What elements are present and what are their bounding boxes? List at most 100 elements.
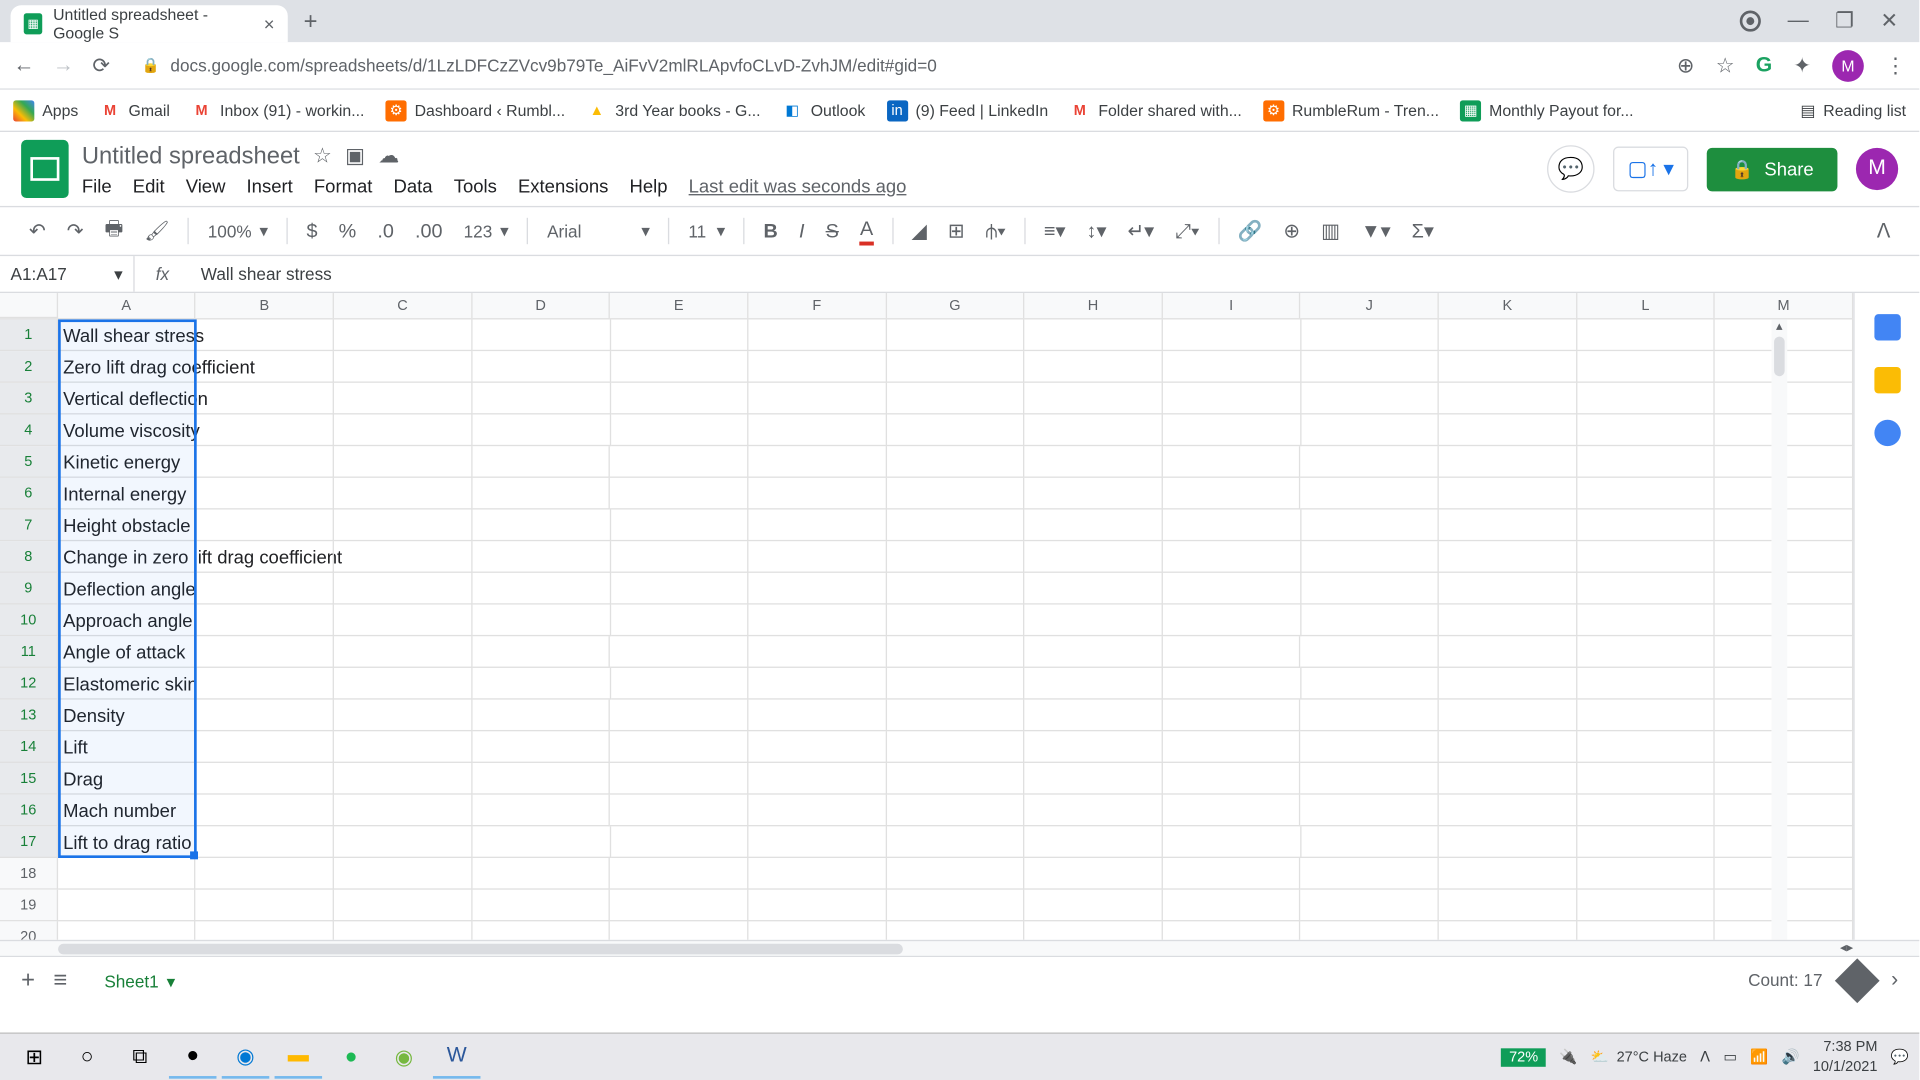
cell[interactable] — [196, 383, 334, 415]
cell[interactable] — [334, 605, 472, 637]
cell[interactable] — [1439, 383, 1577, 415]
undo-button[interactable]: ↶ — [21, 214, 53, 248]
cell[interactable]: Lift to drag ratio — [58, 826, 197, 858]
cell[interactable] — [196, 890, 334, 922]
cell[interactable] — [1163, 921, 1301, 939]
cell[interactable] — [196, 858, 334, 890]
bookmark-dashboard[interactable]: ⚙Dashboard ‹ Rumbl... — [386, 100, 566, 121]
cell[interactable] — [196, 446, 334, 478]
cell[interactable] — [196, 510, 334, 542]
percent-button[interactable]: % — [331, 215, 364, 248]
cell[interactable] — [334, 795, 472, 827]
bookmark-gmail[interactable]: MGmail — [99, 100, 169, 121]
cell[interactable] — [196, 668, 334, 700]
cell[interactable] — [1301, 921, 1439, 939]
cell[interactable] — [196, 478, 334, 510]
row-header[interactable]: 1 — [0, 319, 58, 351]
cell[interactable] — [1439, 921, 1577, 939]
cell[interactable] — [1577, 446, 1715, 478]
row-header[interactable]: 5 — [0, 446, 58, 478]
calendar-icon[interactable] — [1874, 314, 1900, 340]
col-header-m[interactable]: M — [1715, 293, 1853, 318]
sheets-logo-icon[interactable] — [21, 140, 69, 198]
menu-tools[interactable]: Tools — [454, 175, 497, 196]
cell[interactable] — [472, 858, 610, 890]
h-align-button[interactable]: ≡▾ — [1036, 214, 1073, 248]
row-header[interactable]: 8 — [0, 541, 58, 573]
cell[interactable] — [610, 446, 748, 478]
cell[interactable] — [1577, 573, 1715, 605]
cell[interactable] — [748, 795, 886, 827]
cell[interactable] — [1577, 351, 1715, 383]
row-header[interactable]: 17 — [0, 826, 58, 858]
row-header[interactable]: 4 — [0, 414, 58, 446]
cell[interactable] — [749, 573, 887, 605]
cell[interactable] — [473, 351, 611, 383]
move-icon[interactable]: ▣ — [345, 143, 365, 169]
cell[interactable] — [334, 826, 472, 858]
cell[interactable] — [1439, 763, 1577, 795]
profile-indicator-icon[interactable] — [1740, 11, 1761, 32]
zoom-select[interactable]: 100%▾ — [200, 218, 276, 244]
cell[interactable] — [748, 700, 886, 732]
cell[interactable] — [610, 478, 748, 510]
cell[interactable] — [1163, 858, 1301, 890]
increase-decimal-button[interactable]: .00 — [407, 215, 450, 248]
cell[interactable] — [334, 319, 472, 351]
cell[interactable] — [1577, 414, 1715, 446]
row-header[interactable]: 9 — [0, 573, 58, 605]
cell[interactable] — [196, 414, 334, 446]
cell[interactable] — [196, 605, 334, 637]
cell[interactable] — [886, 446, 1024, 478]
cell[interactable] — [1025, 731, 1163, 763]
cell[interactable] — [196, 731, 334, 763]
reload-button[interactable]: ⟳ — [92, 52, 110, 78]
wrap-button[interactable]: ↵▾ — [1120, 214, 1162, 248]
cell[interactable] — [1439, 890, 1577, 922]
cell[interactable] — [1163, 351, 1301, 383]
row-header[interactable]: 6 — [0, 478, 58, 510]
vertical-scrollbar[interactable]: ▴ — [1771, 319, 1787, 939]
star-icon[interactable]: ☆ — [1716, 52, 1735, 78]
task-view-icon[interactable]: ⧉ — [116, 1036, 164, 1078]
cell[interactable] — [472, 731, 610, 763]
cell[interactable] — [472, 763, 610, 795]
cell[interactable] — [1025, 541, 1163, 573]
cell[interactable] — [1439, 700, 1577, 732]
cell[interactable] — [887, 826, 1025, 858]
fill-color-button[interactable]: ◢ — [904, 214, 935, 248]
cell[interactable] — [1577, 605, 1715, 637]
cell[interactable] — [611, 573, 749, 605]
cell[interactable] — [1577, 890, 1715, 922]
cell[interactable] — [1301, 414, 1439, 446]
cell[interactable] — [748, 763, 886, 795]
row-header[interactable]: 10 — [0, 605, 58, 637]
cell[interactable] — [472, 636, 610, 668]
cell[interactable] — [610, 795, 748, 827]
minimize-icon[interactable]: — — [1788, 9, 1809, 33]
document-title[interactable]: Untitled spreadsheet — [82, 142, 300, 170]
cell[interactable] — [886, 731, 1024, 763]
cell[interactable] — [1025, 890, 1163, 922]
col-header-a[interactable]: A — [58, 293, 196, 318]
profile-avatar[interactable]: M — [1832, 50, 1864, 82]
cell[interactable] — [334, 383, 472, 415]
cell[interactable] — [887, 383, 1025, 415]
cell[interactable] — [1301, 478, 1439, 510]
cell[interactable] — [1301, 826, 1439, 858]
cell[interactable] — [1577, 478, 1715, 510]
row-header[interactable]: 15 — [0, 763, 58, 795]
row-header[interactable]: 11 — [0, 636, 58, 668]
font-select[interactable]: Arial▾ — [539, 218, 658, 244]
cell[interactable] — [1301, 858, 1439, 890]
cell[interactable] — [1025, 605, 1163, 637]
cell[interactable] — [611, 605, 749, 637]
cell[interactable] — [334, 478, 472, 510]
cell[interactable] — [334, 510, 472, 542]
cell[interactable] — [887, 573, 1025, 605]
share-button[interactable]: 🔒 Share — [1707, 147, 1837, 191]
cell[interactable] — [749, 510, 887, 542]
cell[interactable] — [1301, 446, 1439, 478]
cell[interactable] — [886, 795, 1024, 827]
cell[interactable] — [1025, 921, 1163, 939]
